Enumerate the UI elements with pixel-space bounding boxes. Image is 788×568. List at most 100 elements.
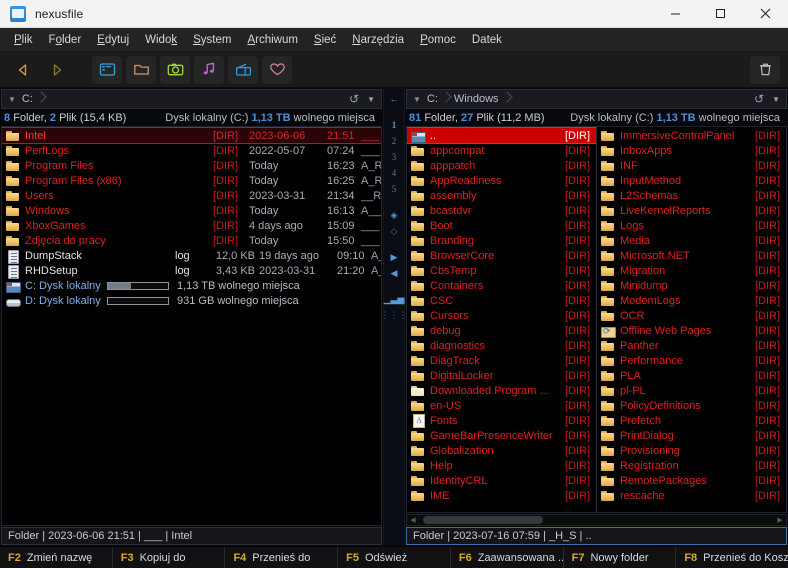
table-row[interactable]: PerfLogs [DIR] 2022-05-07 07:24 ___ [2, 143, 381, 158]
table-row[interactable]: RemotePackages [DIR] [597, 473, 786, 488]
table-row[interactable]: PrintDialog [DIR] [597, 428, 786, 443]
menu-item-widok[interactable]: Widok [137, 31, 185, 49]
table-row[interactable]: IdentityCRL [DIR] [407, 473, 596, 488]
scroll-track[interactable] [419, 516, 774, 524]
back-arrow-icon[interactable] [8, 56, 38, 84]
maximize-icon[interactable] [698, 0, 743, 28]
menu-item-pomoc[interactable]: Pomoc [412, 31, 464, 49]
drive-row[interactable]: C: Dysk lokalny 1,13 TB wolnego miejsca [2, 278, 381, 293]
table-row[interactable]: GameBarPresenceWriter [DIR] [407, 428, 596, 443]
close-icon[interactable] [743, 0, 788, 28]
rail-tab-1[interactable]: 1 [384, 117, 404, 133]
table-row[interactable]: Prefetch [DIR] [597, 413, 786, 428]
table-row[interactable]: L2Schemas [DIR] [597, 188, 786, 203]
table-row[interactable]: AppReadiness [DIR] [407, 173, 596, 188]
menu-item-archiwum[interactable]: Archiwum [239, 31, 305, 49]
table-row[interactable]: diagnostics [DIR] [407, 338, 596, 353]
table-row[interactable]: bcastdvr [DIR] [407, 203, 596, 218]
table-row[interactable]: Cursors [DIR] [407, 308, 596, 323]
table-row[interactable]: rescache [DIR] [597, 488, 786, 503]
table-row[interactable]: Migration [DIR] [597, 263, 786, 278]
table-row[interactable]: Registration [DIR] [597, 458, 786, 473]
menu-item-narzedzia[interactable]: Narzędzia [344, 31, 412, 49]
table-row[interactable]: Zdjęcia do pracy [DIR] Today 15:50 ___ [2, 233, 381, 248]
table-row[interactable]: Containers [DIR] [407, 278, 596, 293]
menu-item-edytuj[interactable]: Edytuj [89, 31, 137, 49]
table-row[interactable]: Media [DIR] [597, 233, 786, 248]
table-row[interactable]: ModemLogs [DIR] [597, 293, 786, 308]
menu-item-folder[interactable]: Folder [41, 31, 90, 49]
table-row[interactable]: ImmersiveControlPanel [DIR] [597, 128, 786, 143]
table-row[interactable]: appcompat [DIR] [407, 143, 596, 158]
folder-icon[interactable] [126, 55, 156, 84]
table-row[interactable]: Panther [DIR] [597, 338, 786, 353]
breadcrumb-drive[interactable]: C: [20, 93, 35, 105]
refresh-icon[interactable]: ↺ [349, 92, 359, 106]
table-row[interactable]: DumpStack log 12,0 KB 19 days ago 09:10 A___ [2, 248, 381, 264]
function-key-f7[interactable]: F7 Nowy folder [564, 547, 677, 568]
table-row[interactable]: assembly [DIR] [407, 188, 596, 203]
scroll-left-icon[interactable]: ◀ [407, 516, 419, 524]
diamond-outline-icon[interactable]: ◇ [384, 223, 404, 239]
bar-chart-icon[interactable]: ▁▃▅ [384, 291, 405, 307]
table-row[interactable]: InboxApps [DIR] [597, 143, 786, 158]
table-row[interactable]: InputMethod [DIR] [597, 173, 786, 188]
table-row[interactable]: Globalization [DIR] [407, 443, 596, 458]
menu-item-datek[interactable]: Datek [464, 31, 510, 49]
table-row[interactable]: BrowserCore [DIR] [407, 248, 596, 263]
right-file-list[interactable]: .. [DIR] appcompat [DIR] apppatch [DIR] AppRea… [406, 126, 787, 513]
table-row[interactable]: Downloaded Program ... [DIR] [407, 383, 596, 398]
table-row[interactable]: pl-PL [DIR] [597, 383, 786, 398]
table-row[interactable]: Provisioning [DIR] [597, 443, 786, 458]
history-caret-icon[interactable]: ▼ [772, 95, 780, 104]
table-row[interactable]: DigitalLocker [DIR] [407, 368, 596, 383]
function-key-f5[interactable]: F5 Odśwież [338, 547, 451, 568]
table-row[interactable]: IME [DIR] [407, 488, 596, 503]
table-row[interactable]: XboxGames [DIR] 4 days ago 15:09 ___ [2, 218, 381, 233]
table-row[interactable]: Program Files [DIR] Today 16:23 A_R_ [2, 158, 381, 173]
table-row[interactable]: Windows [DIR] Today 16:13 A___ [2, 203, 381, 218]
table-row[interactable]: debug [DIR] [407, 323, 596, 338]
table-row[interactable]: Minidump [DIR] [597, 278, 786, 293]
table-row[interactable]: DiagTrack [DIR] [407, 353, 596, 368]
camera-icon[interactable] [160, 55, 190, 84]
table-row[interactable]: Fonts [DIR] [407, 413, 596, 428]
scroll-thumb[interactable] [423, 516, 543, 524]
left-path-bar[interactable]: ▼ C: ↺ ▼ [1, 89, 382, 109]
play-left-icon[interactable]: ◀ [384, 265, 404, 281]
table-row[interactable]: .. [DIR] [407, 127, 597, 144]
table-row[interactable]: apppatch [DIR] [407, 158, 596, 173]
right-horizontal-scrollbar[interactable]: ◀ ▶ [406, 514, 787, 526]
forward-arrow-icon[interactable] [42, 56, 72, 84]
table-row[interactable]: CbsTemp [DIR] [407, 263, 596, 278]
table-row[interactable]: Branding [DIR] [407, 233, 596, 248]
terminal-icon[interactable] [92, 55, 122, 84]
right-path-bar[interactable]: ▼ C: Windows ↺ ▼ [406, 89, 787, 109]
table-row[interactable]: PolicyDefinitions [DIR] [597, 398, 786, 413]
table-row[interactable]: RHDSetup log 3,43 KB 2023-03-31 21:20 A___ [2, 263, 381, 279]
dropdown-caret-icon[interactable]: ▼ [8, 95, 16, 104]
rail-tab-3[interactable]: 3 [384, 149, 404, 165]
left-arrow-icon[interactable]: ← [384, 91, 404, 107]
table-row[interactable]: LiveKernelReports [DIR] [597, 203, 786, 218]
table-row[interactable]: Boot [DIR] [407, 218, 596, 233]
table-row[interactable]: en-US [DIR] [407, 398, 596, 413]
table-row[interactable]: Program Files (x86) [DIR] Today 16:25 A_R_ [2, 173, 381, 188]
grid-icon[interactable]: ⋮⋮⋮ [381, 307, 408, 323]
heart-icon[interactable] [262, 55, 292, 84]
table-row[interactable]: OCR [DIR] [597, 308, 786, 323]
play-right-icon[interactable]: ▶ [384, 249, 404, 265]
rail-tab-2[interactable]: 2 [384, 133, 404, 149]
menu-item-plik[interactable]: Plik [6, 31, 41, 49]
table-row[interactable]: Performance [DIR] [597, 353, 786, 368]
left-file-list[interactable]: Intel [DIR] 2023-06-06 21:51 ___ PerfLogs [DIR… [1, 126, 382, 526]
function-key-f6[interactable]: F6 Zaawansowana ... [451, 547, 564, 568]
diamond-filled-icon[interactable]: ◈ [384, 207, 404, 223]
function-key-f3[interactable]: F3 Kopiuj do [113, 547, 226, 568]
trash-icon[interactable] [750, 55, 780, 84]
menu-item-system[interactable]: System [185, 31, 239, 49]
drive-row[interactable]: D: Dysk lokalny 931 GB wolnego miejsca [2, 293, 381, 308]
history-caret-icon[interactable]: ▼ [367, 95, 375, 104]
table-row[interactable]: Logs [DIR] [597, 218, 786, 233]
music-note-icon[interactable] [194, 55, 224, 84]
